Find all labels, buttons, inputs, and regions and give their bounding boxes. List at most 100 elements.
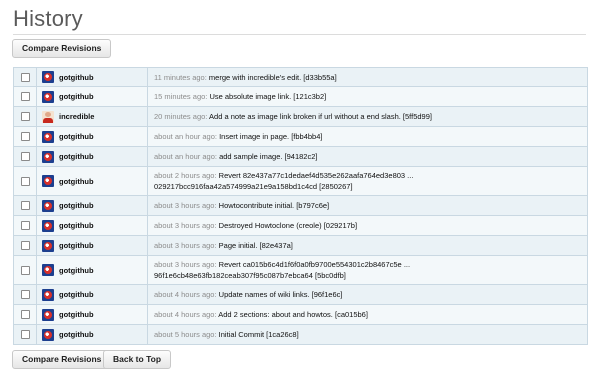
revision-checkbox[interactable] [20,201,30,210]
author-cell: gotgithub [36,127,148,146]
revision-checkbox[interactable] [20,221,30,230]
table-row: gotgithub about an hour ago: Insert imag… [14,127,587,147]
compare-revisions-button-bottom[interactable]: Compare Revisions [12,350,112,369]
table-row: gotgithub about an hour ago: add sample … [14,147,587,167]
commit-time: about 4 hours ago: [154,290,217,299]
table-row: incredible 20 minutes ago: Add a note as… [14,107,587,127]
commit-text[interactable]: Howtocontribute initial. [b797c6e] [219,201,329,210]
gotgithub-avatar-icon [42,90,54,103]
checkbox-cell [14,152,36,161]
checkbox-cell [14,241,36,250]
gotgithub-avatar-icon [42,175,54,187]
checkbox-cell [14,176,36,186]
author-name: gotgithub [59,265,94,275]
gotgithub-avatar-icon [42,219,54,232]
commit-text-continued[interactable]: 029217bcc916faa42a574999a21e9a158bd1c4cd… [154,182,353,191]
gotgithub-avatar-icon [42,288,54,301]
revision-checkbox[interactable] [20,310,30,319]
author-name: gotgithub [59,176,94,186]
commit-text[interactable]: Add 2 sections: about and howtos. [ca015… [218,310,368,319]
checkbox-cell [14,310,36,319]
author-cell: gotgithub [36,167,148,195]
commit-time: about 4 hours ago: [154,310,217,319]
commit-text[interactable]: Update names of wiki links. [96f1e6c] [219,290,343,299]
history-table: gotgithub 11 minutes ago: merge with inc… [13,67,588,345]
back-to-top-button[interactable]: Back to Top [103,350,172,369]
table-row: gotgithub 11 minutes ago: merge with inc… [14,68,587,87]
table-row: gotgithub about 4 hours ago: Add 2 secti… [14,305,587,325]
author-cell: gotgithub [36,68,148,86]
gotgithub-avatar-icon [42,199,54,212]
author-cell: gotgithub [36,216,148,235]
commit-text[interactable]: Destroyed Howtoclone (creole) [029217b] [219,221,357,230]
commit-time: 11 minutes ago: [154,72,207,82]
commit-text[interactable]: Initial Commit [1ca26c8] [219,330,299,339]
revision-checkbox[interactable] [20,132,30,141]
table-row: gotgithub about 3 hours ago: Destroyed H… [14,216,587,236]
table-row: gotgithub about 2 hours ago: Revert 82e4… [14,167,587,196]
author-cell: incredible [36,107,148,126]
commit-message: about 3 hours ago: Howtocontribute initi… [148,197,587,214]
author-cell: gotgithub [36,87,148,106]
checkbox-cell [14,112,36,121]
revision-checkbox[interactable] [20,241,30,250]
gotgithub-avatar-icon [42,71,54,83]
commit-time: 15 minutes ago: [154,92,208,101]
commit-message: 20 minutes ago: Add a note as image link… [148,108,587,125]
commit-text[interactable]: Insert image in page. [fbb4bb4] [219,132,322,141]
table-row: gotgithub about 3 hours ago: Page initia… [14,236,587,256]
gotgithub-avatar-icon [42,308,54,321]
revision-checkbox[interactable] [20,72,30,82]
commit-text[interactable]: merge with incredible's edit. [d33b55a] [209,73,337,82]
commit-time: 20 minutes ago: [154,112,208,121]
gotgithub-avatar-icon [42,150,54,163]
commit-message: about 4 hours ago: Update names of wiki … [148,286,587,303]
author-name: gotgithub [59,221,94,230]
table-row: gotgithub 15 minutes ago: Use absolute i… [14,87,587,107]
author-cell: gotgithub [36,285,148,304]
commit-text[interactable]: Page initial. [82e437a] [219,241,293,250]
compare-revisions-button-top[interactable]: Compare Revisions [12,39,112,58]
commit-time: about 3 hours ago: [154,241,217,250]
table-row: gotgithub about 4 hours ago: Update name… [14,285,587,305]
table-row: gotgithub about 5 hours ago: Initial Com… [14,325,587,344]
revision-checkbox[interactable] [20,176,30,186]
commit-message: about an hour ago: Insert image in page.… [148,128,587,145]
revision-checkbox[interactable] [20,152,30,161]
commit-time: about 5 hours ago: [154,330,217,339]
gotgithub-avatar-icon [42,328,54,341]
commit-text[interactable]: Use absolute image link. [121c3b2] [209,92,326,101]
commit-time: about an hour ago: [154,132,217,141]
author-name: gotgithub [59,290,94,299]
commit-text[interactable]: add sample image. [94182c2] [219,152,317,161]
revision-checkbox[interactable] [20,265,30,275]
author-name: gotgithub [59,310,94,319]
table-row: gotgithub about 3 hours ago: Revert ca01… [14,256,587,285]
page-title: History [13,6,83,31]
commit-text[interactable]: Revert ca015b6c4d1f6f0a0fb9700e554301c2b… [219,260,410,269]
revision-checkbox[interactable] [20,92,30,101]
checkbox-cell [14,201,36,210]
author-name: gotgithub [59,92,94,101]
author-name: gotgithub [59,72,94,82]
commit-text[interactable]: Revert 82e437a77c1dedaef4d535e262aafa764… [219,171,414,180]
author-cell: gotgithub [36,256,148,284]
commit-message: about an hour ago: add sample image. [94… [148,148,587,165]
revision-checkbox[interactable] [20,330,30,339]
checkbox-cell [14,92,36,101]
checkbox-cell [14,290,36,299]
commit-time: about 3 hours ago: [154,221,217,230]
revision-checkbox[interactable] [20,290,30,299]
commit-time: about 3 hours ago: [154,201,217,210]
title-divider [13,34,586,35]
commit-message: 11 minutes ago: merge with incredible's … [148,69,587,86]
checkbox-cell [14,72,36,82]
commit-text[interactable]: Add a note as image link broken if url w… [209,112,432,121]
incredible-avatar-icon [42,110,54,123]
commit-text-continued[interactable]: 96f1e6cb48e63fb182ceab307f95c087b7ebca64… [154,271,346,280]
revision-checkbox[interactable] [20,112,30,121]
commit-message: about 3 hours ago: Destroyed Howtoclone … [148,217,587,234]
author-name: incredible [59,112,95,121]
author-cell: gotgithub [36,147,148,166]
author-cell: gotgithub [36,196,148,215]
